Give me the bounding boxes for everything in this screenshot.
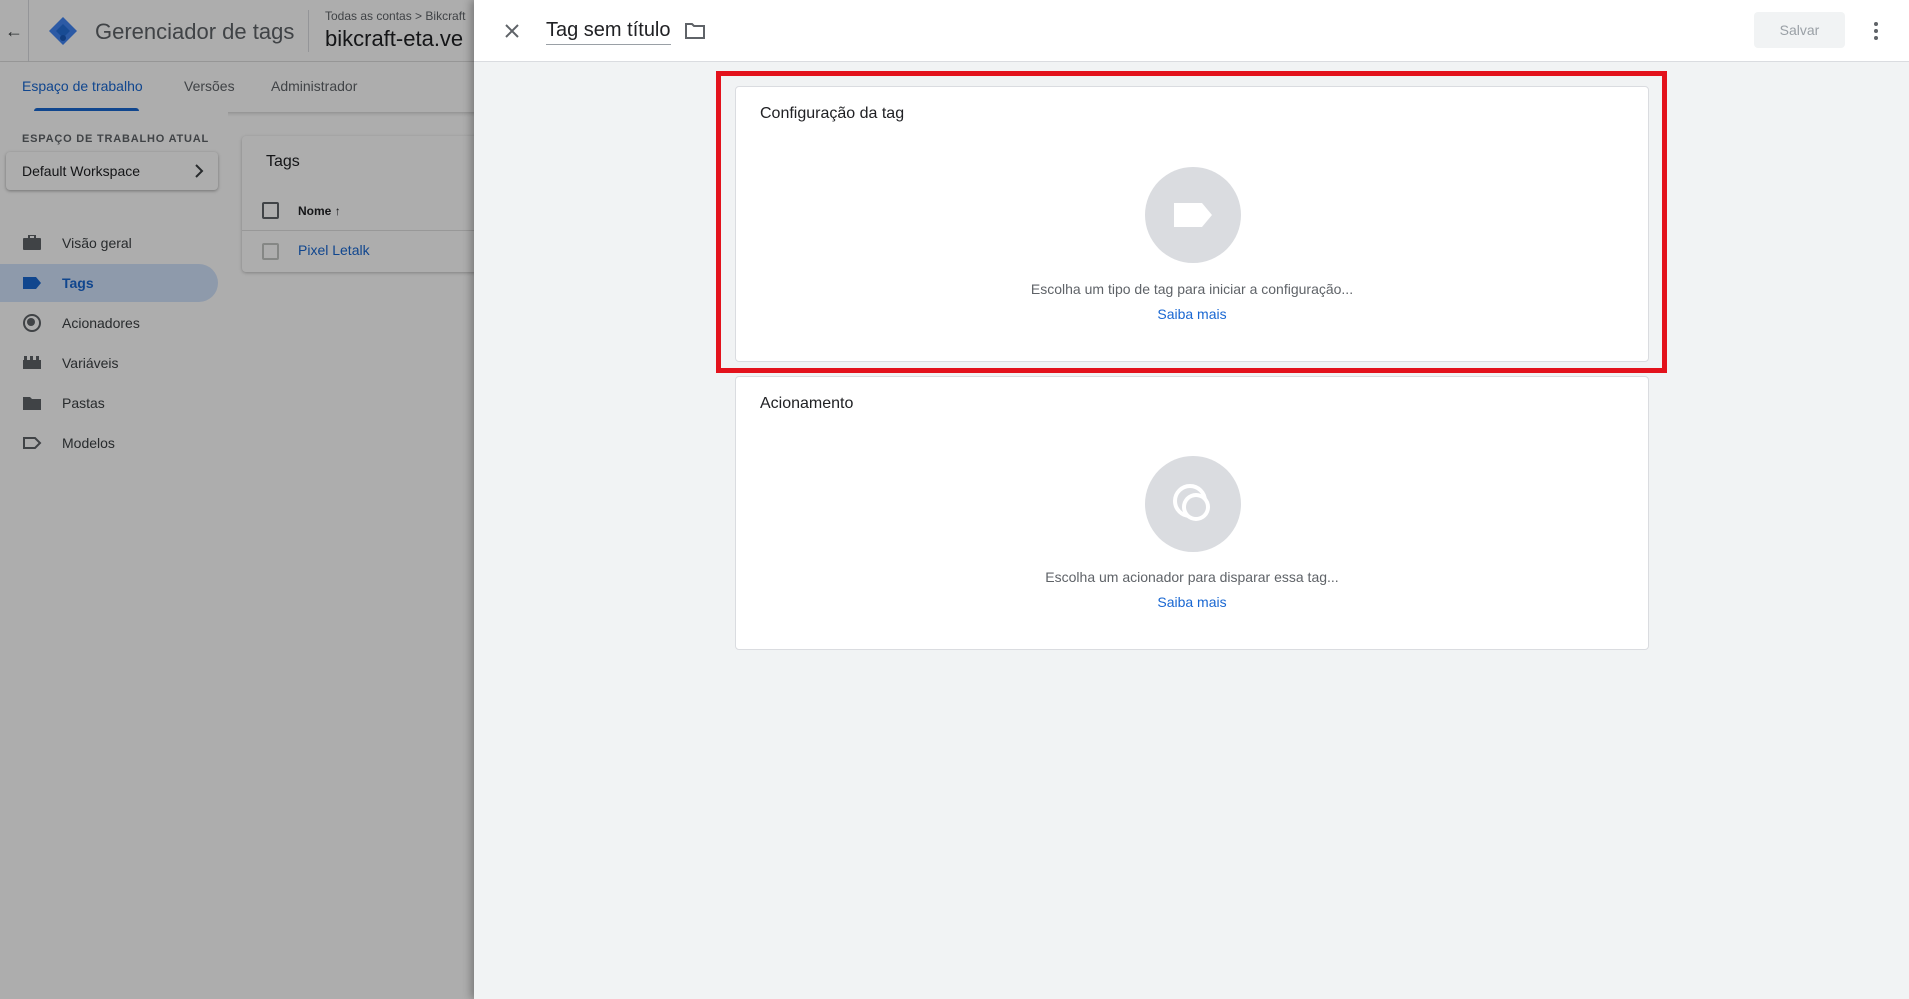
trigger-hint: Escolha um acionador para disparar essa … xyxy=(1045,569,1339,585)
save-button[interactable]: Salvar xyxy=(1754,12,1845,48)
card-title: Acionamento xyxy=(760,395,854,412)
triggering-card[interactable]: Acionamento Escolha um acionador para di… xyxy=(735,376,1649,650)
highlight-box xyxy=(716,71,1667,373)
folder-icon[interactable] xyxy=(683,19,707,43)
sheet-header: Tag sem título Salvar xyxy=(474,0,1909,62)
trigger-type-icon[interactable] xyxy=(1145,456,1241,552)
more-vert-icon[interactable] xyxy=(1864,17,1888,45)
learn-more-link[interactable]: Saiba mais xyxy=(736,594,1648,610)
close-icon[interactable] xyxy=(498,17,526,45)
modal-scrim[interactable] xyxy=(0,0,474,999)
tag-name-input[interactable]: Tag sem título xyxy=(546,19,671,45)
